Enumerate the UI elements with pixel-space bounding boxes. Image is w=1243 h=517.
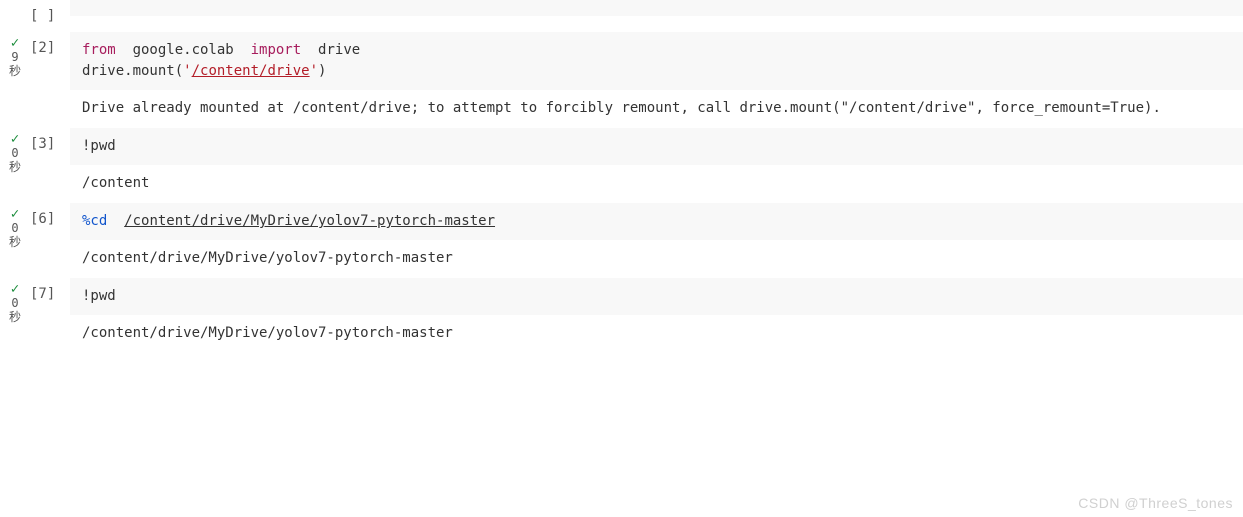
keyword-import: import [251,42,302,58]
cell-main: from google.colab import drive drive.mou… [70,32,1243,120]
code-input[interactable]: !pwd [70,128,1243,165]
code-input[interactable] [70,0,1243,16]
notebook-cell: ✓ 9 秒 [2] from google.colab import drive… [0,32,1243,120]
string-path[interactable]: /content/drive [192,63,310,79]
code-text [107,213,124,229]
exec-time: 0 [11,296,18,310]
string-quote: ' [183,63,191,79]
cell-output: Drive already mounted at /content/drive;… [70,90,1243,120]
notebook-cell: ✓ 0 秒 [3] !pwd /content [0,128,1243,195]
code-input[interactable]: !pwd [70,278,1243,315]
code-text: drive.mount( [82,63,183,79]
exec-time: 0 [11,221,18,235]
cell-gutter: ✓ 9 秒 [0,32,30,78]
exec-unit: 秒 [9,310,21,324]
success-check-icon: ✓ [11,35,19,51]
cell-output: /content/drive/MyDrive/yolov7-pytorch-ma… [70,315,1243,345]
notebook-cell: ✓ 0 秒 [6] %cd /content/drive/MyDrive/yol… [0,203,1243,270]
success-check-icon: ✓ [11,131,19,147]
cell-main: !pwd /content/drive/MyDrive/yolov7-pytor… [70,278,1243,345]
success-check-icon: ✓ [11,206,19,222]
cell-prompt: [2] [30,32,70,56]
exec-time: 0 [11,146,18,160]
cell-output: /content/drive/MyDrive/yolov7-pytorch-ma… [70,240,1243,270]
cell-main [70,0,1243,16]
path-link[interactable]: /content/drive/MyDrive/yolov7-pytorch-ma… [124,213,495,229]
notebook-cell: [ ] [0,0,1243,24]
notebook-cell: ✓ 0 秒 [7] !pwd /content/drive/MyDrive/yo… [0,278,1243,345]
code-input[interactable]: from google.colab import drive drive.mou… [70,32,1243,90]
module-name: google.colab [133,42,234,58]
cell-output: /content [70,165,1243,195]
string-quote: ' [310,63,318,79]
exec-unit: 秒 [9,235,21,249]
exec-unit: 秒 [9,64,21,78]
cell-prompt: [6] [30,203,70,227]
exec-unit: 秒 [9,160,21,174]
code-text: ) [318,63,326,79]
success-check-icon: ✓ [11,281,19,297]
exec-time: 9 [11,50,18,64]
cell-main: !pwd /content [70,128,1243,195]
cell-prompt: [3] [30,128,70,152]
cell-prompt: [7] [30,278,70,302]
cell-gutter: ✓ 0 秒 [0,278,30,324]
code-input[interactable]: %cd /content/drive/MyDrive/yolov7-pytorc… [70,203,1243,240]
cell-gutter: ✓ 0 秒 [0,203,30,249]
import-name: drive [318,42,360,58]
cell-main: %cd /content/drive/MyDrive/yolov7-pytorc… [70,203,1243,270]
watermark-text: CSDN @ThreeS_tones [1078,495,1233,511]
magic-command: %cd [82,213,107,229]
cell-gutter [0,0,30,4]
cell-prompt: [ ] [30,0,70,24]
keyword-from: from [82,42,116,58]
cell-gutter: ✓ 0 秒 [0,128,30,174]
